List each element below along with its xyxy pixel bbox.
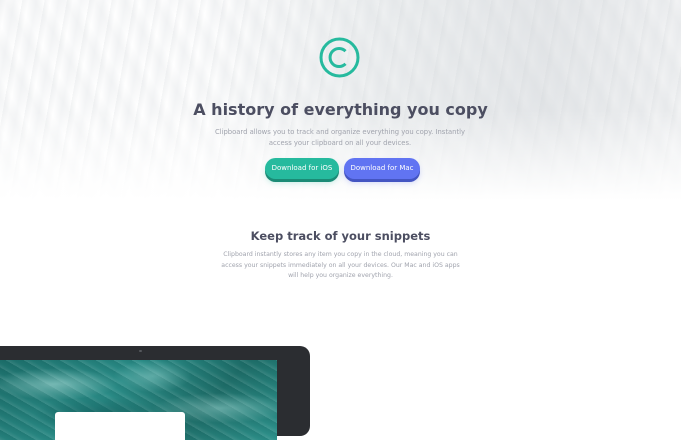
computer-monitor-image xyxy=(0,346,310,440)
monitor-camera xyxy=(139,350,142,352)
copyright-circle-icon xyxy=(319,37,360,78)
monitor-screen xyxy=(0,360,277,440)
snippets-section-description: Clipboard instantly stores any item you … xyxy=(221,251,460,279)
hero-description: Clipboard allows you to track and organi… xyxy=(214,128,466,147)
app-window-card xyxy=(55,412,185,440)
download-ios-button[interactable]: Download for iOS xyxy=(265,158,339,179)
download-mac-button[interactable]: Download for Mac xyxy=(344,158,420,179)
snippets-section-title: Keep track of your snippets xyxy=(250,229,431,243)
hero-title: A history of everything you copy xyxy=(193,100,488,119)
